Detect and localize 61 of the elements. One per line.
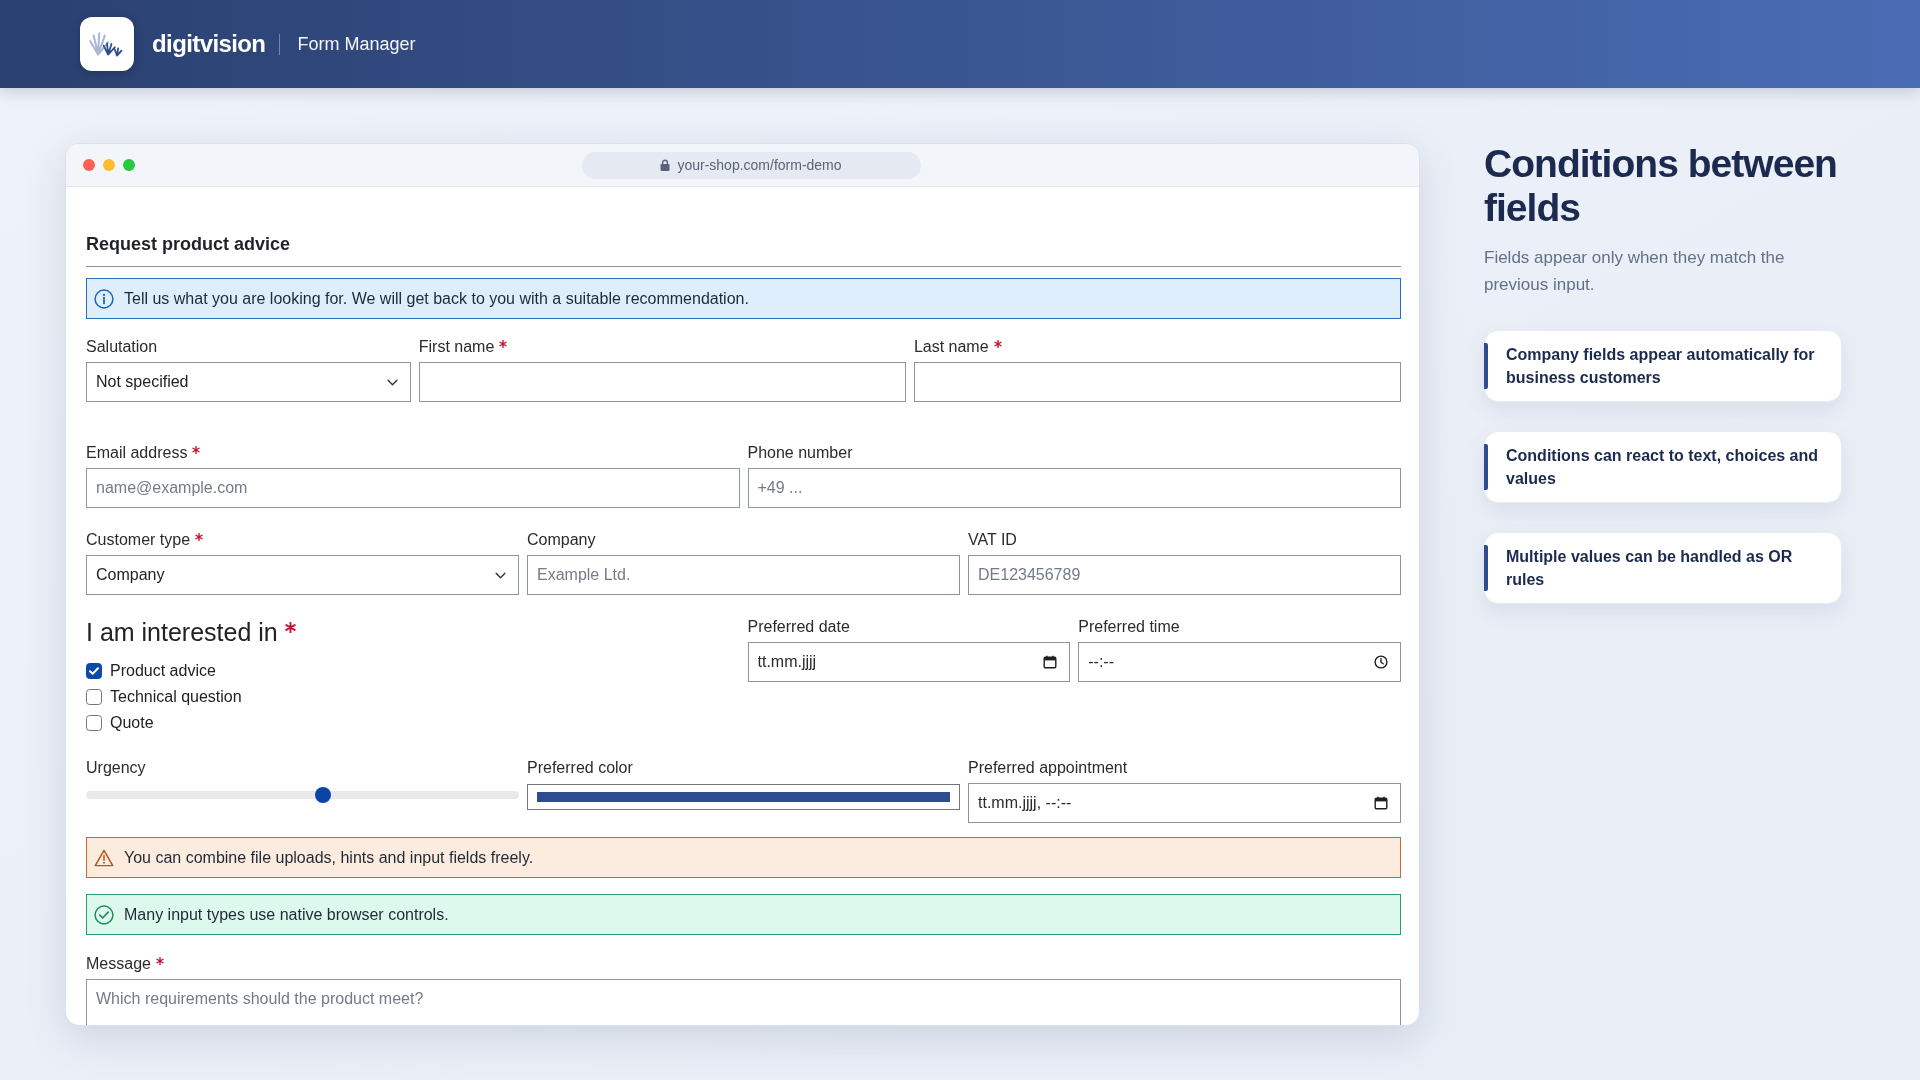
accent-bar: [1484, 343, 1488, 389]
field-label: Preferred appointment: [968, 758, 1128, 778]
checkbox-label: Product advice: [110, 661, 216, 681]
slider-thumb[interactable]: [315, 787, 332, 803]
info-icon: [94, 288, 114, 309]
field-label: Phone number: [747, 443, 853, 463]
select-field[interactable]: Company: [86, 555, 519, 595]
accent-bar: [1484, 545, 1488, 591]
chevron-down-icon: [386, 378, 398, 386]
brand-name: digitvision: [152, 29, 266, 59]
text-field[interactable]: [418, 362, 906, 402]
app-name: Form Manager: [297, 32, 416, 56]
panel-subtitle: Fields appear only when they match the previous input.: [1484, 247, 1786, 296]
card-text: Multiple values can be handled as OR rules: [1506, 547, 1794, 590]
text-field[interactable]: [913, 362, 1401, 402]
checkbox[interactable]: [86, 715, 102, 731]
text-field[interactable]: Example Ltd.: [527, 555, 960, 595]
form-title: Request product advice: [86, 233, 292, 256]
textarea-field[interactable]: Which requirements should the product meet?: [86, 979, 1401, 1025]
field-label: Last name: [913, 337, 989, 357]
field-label: Salutation: [86, 337, 158, 357]
calendar-icon[interactable]: [1043, 655, 1058, 669]
field-label: VAT ID: [968, 530, 1017, 550]
card-text: Conditions can react to text, choices and values: [1506, 446, 1820, 489]
field-label: Message: [86, 954, 151, 974]
checkbox-label: Technical question: [110, 687, 242, 707]
text-field[interactable]: +49 ...: [747, 468, 1401, 508]
warning-icon: [94, 847, 114, 868]
notice-text: Tell us what you are looking for. We will get back to you with a suitable recommendation.: [124, 288, 749, 309]
panel-title: Conditions between fields: [1484, 142, 1838, 230]
field-label: Customer type: [86, 530, 191, 550]
chevron-down-icon: [495, 571, 506, 579]
checkbox-label: Quote: [110, 713, 154, 733]
field-label: Preferred time: [1078, 617, 1180, 637]
clock-icon[interactable]: [1374, 655, 1388, 669]
text-field[interactable]: name@example.com: [86, 468, 740, 508]
group-heading: I am interested in: [86, 617, 278, 647]
select-field[interactable]: Not specified: [86, 362, 411, 402]
field-label: First name: [418, 337, 495, 357]
fan-logo-icon: [80, 17, 134, 71]
check-circle-icon: [94, 904, 114, 925]
accent-bar: [1484, 444, 1488, 490]
window-control-icon[interactable]: [83, 159, 95, 171]
field-label: Urgency: [86, 758, 146, 778]
field-label: Preferred date: [747, 617, 850, 637]
notice-text: Many input types use native browser controls.: [124, 904, 449, 925]
time-field[interactable]: --:--: [1078, 642, 1401, 682]
address-bar[interactable]: your-shop.com/form-demo: [581, 151, 921, 179]
field-label: Company: [527, 530, 596, 550]
datetime-field[interactable]: tt.mm.jjjj, --:--: [968, 783, 1401, 823]
calendar-icon[interactable]: [1374, 796, 1388, 810]
color-field[interactable]: [527, 784, 960, 810]
card-text: Company fields appear automatically for business customers: [1506, 345, 1816, 388]
field-label: Preferred color: [527, 758, 633, 778]
lock-icon: [660, 159, 671, 171]
date-field[interactable]: tt.mm.jjjj: [747, 642, 1071, 682]
notice-text: You can combine file uploads, hints and input fields freely.: [124, 847, 534, 868]
text-field[interactable]: DE123456789: [968, 555, 1401, 595]
checkbox[interactable]: [86, 663, 102, 679]
checkbox[interactable]: [86, 689, 102, 705]
field-label: Email address: [86, 443, 188, 463]
